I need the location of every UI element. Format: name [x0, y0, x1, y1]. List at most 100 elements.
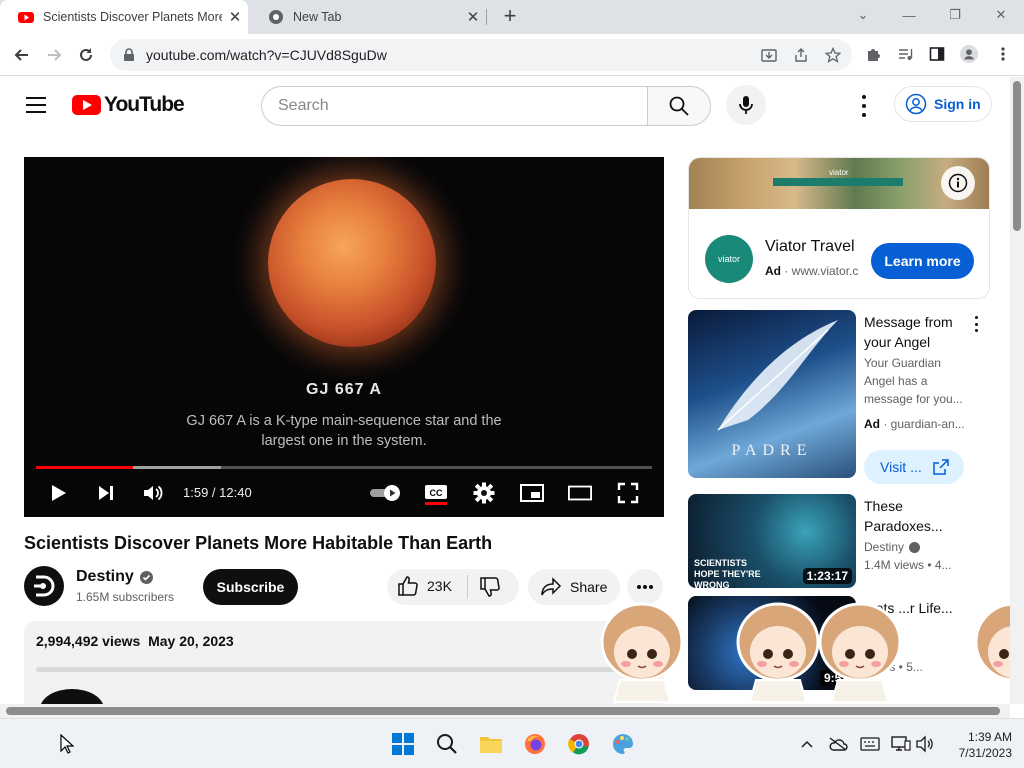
autoplay-toggle-icon — [370, 485, 400, 501]
network-tray-icon[interactable] — [889, 732, 913, 756]
url-text: youtube.com/watch?v=CJUVd8SguDw — [146, 47, 387, 63]
firefox-button[interactable] — [523, 732, 547, 756]
show-hidden-icons-button[interactable] — [795, 732, 819, 756]
related-video-item[interactable]: PADRE Message from your Angel Your Guard… — [688, 310, 990, 486]
progress-bar[interactable] — [36, 466, 652, 469]
volume-button[interactable] — [141, 481, 165, 505]
chrome-menu-icon[interactable] — [994, 45, 1012, 63]
taskbar-search-button[interactable] — [435, 732, 459, 756]
share-page-icon[interactable] — [792, 46, 810, 64]
address-bar[interactable]: youtube.com/watch?v=CJUVd8SguDw — [110, 39, 852, 71]
menu-hamburger-icon[interactable] — [26, 97, 46, 113]
miniplayer-button[interactable] — [520, 481, 544, 505]
browser-toolbar: youtube.com/watch?v=CJUVd8SguDw — [0, 34, 1024, 76]
restore-button[interactable]: ❐ — [932, 0, 978, 30]
minimize-button[interactable]: — — [886, 0, 932, 30]
forward-button[interactable] — [42, 43, 66, 67]
tab-close-icon[interactable]: ✕ — [222, 8, 248, 26]
share-arrow-icon — [541, 577, 562, 596]
file-explorer-button[interactable] — [479, 732, 503, 756]
profile-avatar-icon[interactable] — [960, 45, 978, 63]
search-input[interactable]: Search — [261, 86, 648, 126]
thumbs-down-icon — [480, 577, 500, 597]
related-video-title: These Paradoxes... — [864, 498, 943, 534]
next-button[interactable] — [94, 481, 118, 505]
channel-name[interactable]: Destiny — [76, 568, 153, 586]
clock-date: 7/31/2023 — [958, 746, 1012, 760]
extensions-puzzle-icon[interactable] — [864, 45, 882, 63]
search-icon — [669, 96, 689, 116]
ad-advertiser-name: Viator Travel — [765, 238, 855, 255]
like-count: 23K — [427, 578, 452, 594]
play-icon — [52, 485, 66, 501]
install-app-icon[interactable] — [760, 46, 778, 64]
youtube-header: YouTube Search Sign in — [0, 77, 1010, 133]
back-button[interactable] — [10, 43, 34, 67]
tab-new-tab[interactable]: New Tab ✕ — [250, 0, 486, 34]
related-video-menu-icon[interactable] — [972, 316, 980, 332]
youtube-logo[interactable]: YouTube — [72, 93, 185, 117]
new-tab-button[interactable]: + — [498, 5, 522, 29]
sign-in-button[interactable]: Sign in — [894, 86, 992, 122]
close-window-button[interactable]: ✕ — [978, 0, 1024, 30]
cloud-off-icon — [829, 737, 848, 751]
bookmark-star-icon[interactable] — [824, 46, 842, 64]
ad-label: Ad — [765, 264, 781, 278]
video-player[interactable]: GJ 667 A GJ 667 A is a K-type main-seque… — [24, 157, 664, 517]
ad-subline: Ad · www.viator.com — [765, 264, 859, 278]
theater-mode-icon — [568, 485, 592, 501]
related-video-description: Your Guardian Angel has a message for yo… — [864, 356, 963, 406]
settings-button[interactable] — [472, 481, 496, 505]
channel-avatar[interactable] — [24, 566, 64, 606]
vertical-scrollbar[interactable] — [1010, 77, 1024, 704]
horizontal-scroll-thumb[interactable] — [6, 707, 1000, 715]
side-panel-icon[interactable] — [928, 45, 946, 63]
keyboard-tray-icon[interactable] — [858, 732, 882, 756]
tab-close-icon[interactable]: ✕ — [460, 8, 486, 26]
forward-arrow-icon — [48, 49, 62, 61]
thumbs-up-icon — [398, 576, 418, 596]
dislike-button[interactable] — [479, 576, 501, 601]
system-clock[interactable]: 1:39 AM 7/31/2023 — [946, 729, 1012, 761]
view-count: 2,994,492 views — [36, 633, 141, 649]
chrome-button[interactable] — [567, 732, 591, 756]
fullscreen-button[interactable] — [616, 481, 640, 505]
video-overlay-title: GJ 667 A — [306, 381, 382, 398]
mouse-cursor-icon — [60, 734, 74, 754]
visit-site-button[interactable]: Visit ... — [864, 450, 964, 484]
description-placeholder-line — [36, 667, 636, 672]
ad-info-button[interactable] — [941, 166, 975, 200]
skip-next-icon — [99, 486, 113, 500]
play-button[interactable] — [46, 481, 70, 505]
paint-app-button[interactable] — [611, 732, 635, 756]
description-box[interactable]: 2,994,492 views May 20, 2023 — [24, 621, 664, 729]
windows-taskbar: 1:39 AM 7/31/2023 — [0, 718, 1024, 768]
captions-button[interactable]: CC — [424, 481, 448, 505]
like-button[interactable]: 23K — [397, 575, 452, 597]
paint-palette-icon — [613, 734, 633, 754]
related-video-thumbnail: SCIENTISTS HOPE THEY'RE WRONG 1:23:17 — [688, 494, 856, 588]
theater-mode-button[interactable] — [568, 481, 592, 505]
settings-more-icon[interactable] — [854, 95, 874, 117]
tab-youtube-video[interactable]: Scientists Discover Planets More ✕ — [0, 0, 248, 34]
subscribe-button[interactable]: Subscribe — [203, 569, 298, 605]
tab-search-icon[interactable]: ⌄ — [840, 0, 886, 30]
chibi-sticker — [600, 602, 684, 703]
related-video-item[interactable]: SCIENTISTS HOPE THEY'RE WRONG 1:23:17 Th… — [688, 494, 990, 588]
ad-card[interactable]: viator viator Viator Travel Ad · www.via… — [688, 157, 990, 299]
related-video-meta: 1.4M views • 4... — [864, 558, 952, 572]
vertical-scroll-thumb[interactable] — [1013, 81, 1021, 231]
related-video-channel: Destiny — [864, 538, 921, 556]
onedrive-tray-icon[interactable] — [826, 732, 850, 756]
voice-search-button[interactable] — [726, 85, 766, 125]
like-divider — [467, 575, 468, 599]
destiny-logo-icon — [34, 575, 55, 597]
search-button[interactable] — [647, 86, 711, 126]
autoplay-toggle[interactable] — [368, 481, 404, 505]
horizontal-scrollbar[interactable] — [0, 704, 1010, 718]
volume-tray-icon[interactable] — [913, 732, 937, 756]
learn-more-button[interactable]: Learn more — [871, 243, 974, 279]
start-button[interactable] — [391, 732, 415, 756]
reload-button[interactable] — [74, 43, 98, 67]
media-control-icon[interactable] — [896, 45, 914, 63]
